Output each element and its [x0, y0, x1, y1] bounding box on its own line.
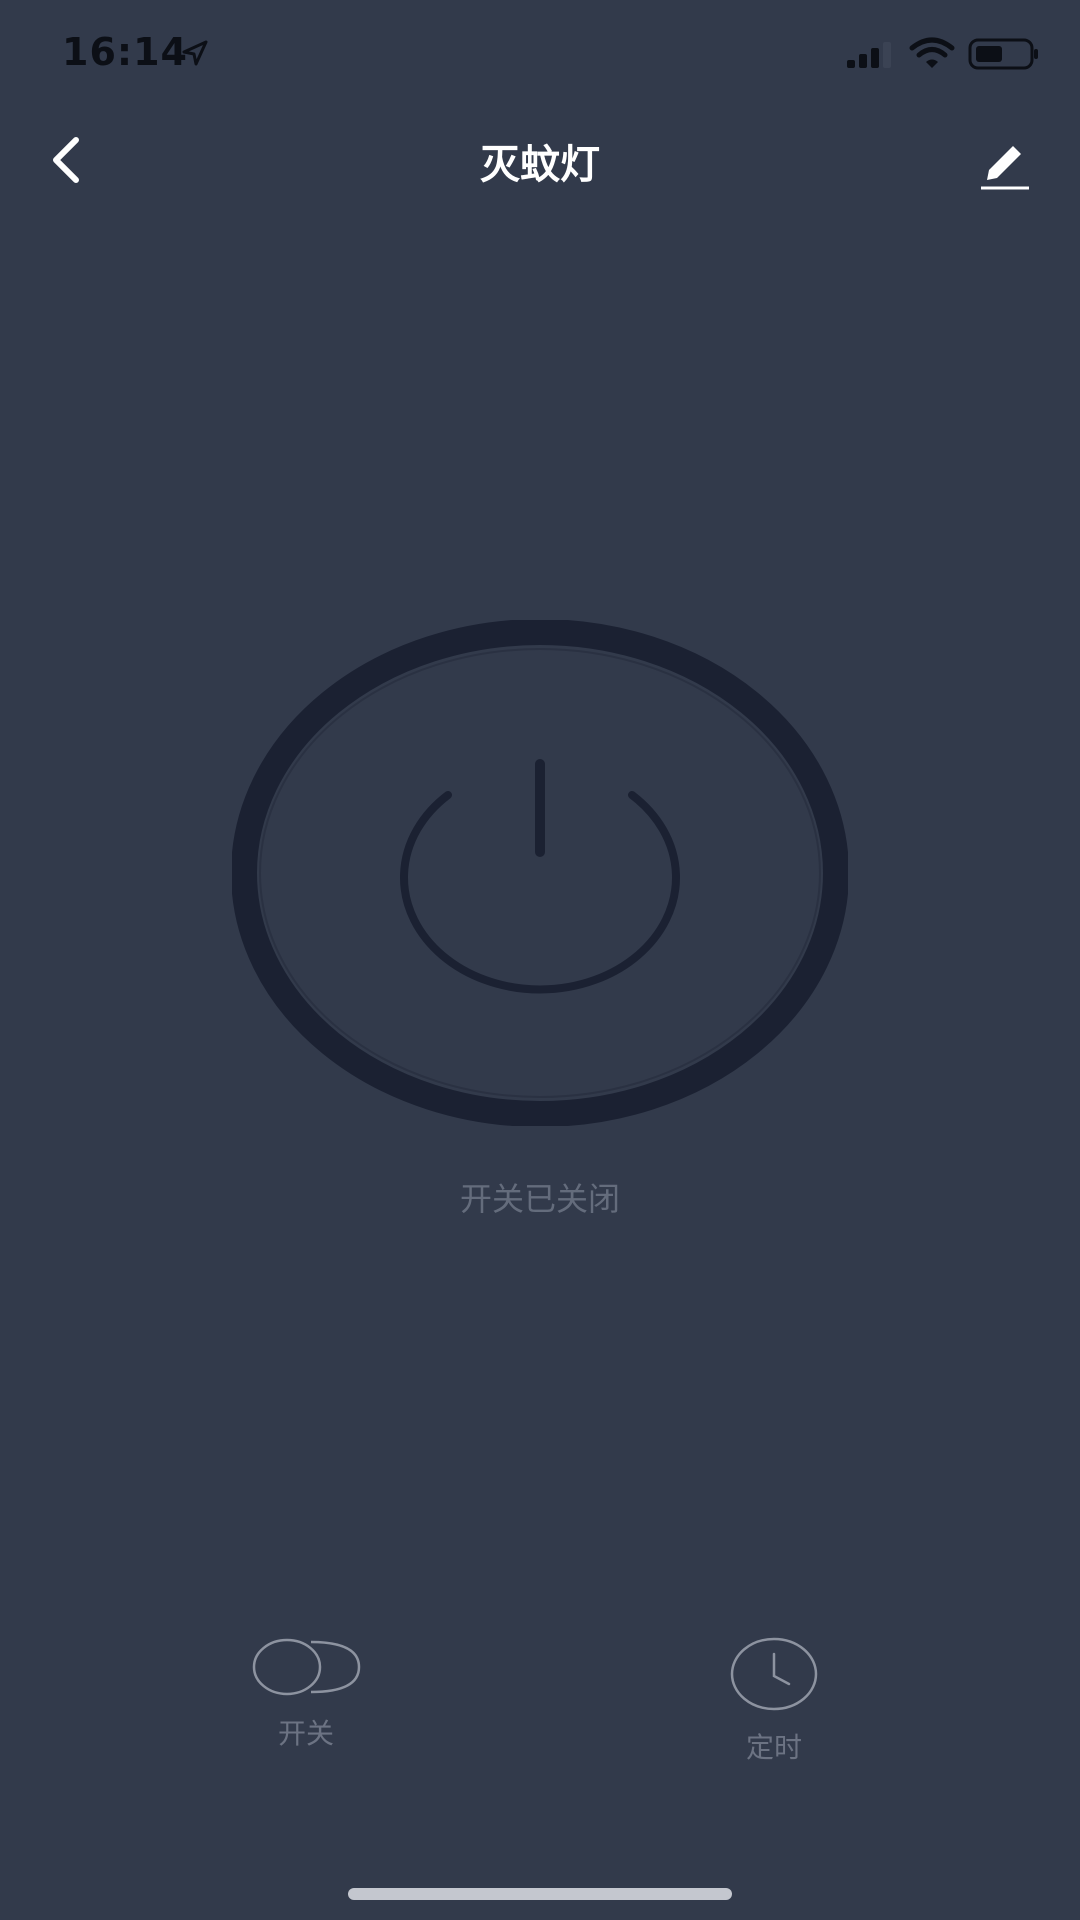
- status-time: 16:14: [62, 30, 188, 74]
- battery-icon: [968, 38, 1038, 70]
- location-arrow-icon: [182, 40, 208, 66]
- home-indicator[interactable]: [348, 1888, 732, 1900]
- navigation-bar: 灭蚊灯: [0, 110, 1080, 210]
- cellular-signal-icon: [847, 42, 891, 68]
- clock-icon: [730, 1637, 818, 1711]
- timer-control-button[interactable]: 定时: [694, 1636, 854, 1786]
- device-control-screen: 16:14 灭蚊灯 开关已关闭 开关 定时: [0, 0, 1080, 1920]
- timer-control-label: 定时: [745, 1731, 802, 1764]
- wifi-icon: [909, 37, 955, 68]
- toggle-switch-icon: [252, 1638, 361, 1696]
- pencil-icon[interactable]: [975, 132, 1035, 192]
- switch-control-button[interactable]: 开关: [226, 1636, 386, 1786]
- power-status-text: 开关已关闭: [459, 1180, 620, 1218]
- page-title: 灭蚊灯: [480, 142, 600, 188]
- power-button[interactable]: [232, 620, 848, 1126]
- status-bar: 16:14: [0, 0, 1080, 110]
- switch-control-label: 开关: [277, 1717, 334, 1750]
